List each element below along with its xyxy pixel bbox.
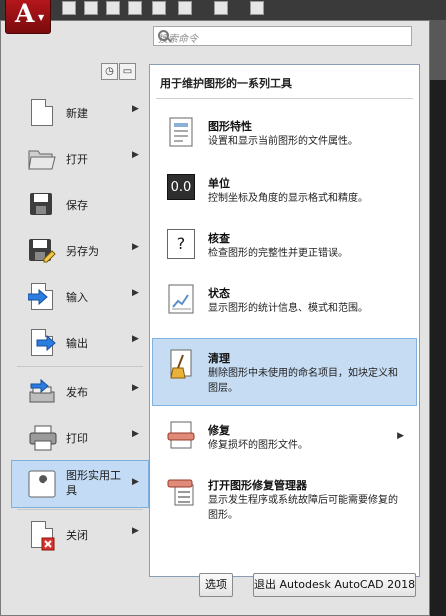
submenu-arrow-icon: ▶ — [132, 334, 139, 344]
options-button[interactable]: 选项 — [199, 573, 233, 597]
panel-item-purge[interactable]: 清理 删除图形中未使用的命名项目，如块定义和图层。 — [152, 338, 417, 406]
menu-item-new[interactable]: 新建 ▶ — [11, 89, 149, 135]
menu-item-label: 打开 — [66, 153, 88, 166]
redo-icon[interactable] — [214, 1, 228, 15]
submenu-arrow-icon: ▶ — [132, 383, 139, 393]
panel-item-title: 打开图形修复管理器 — [208, 479, 307, 492]
publish-icon — [28, 378, 56, 406]
customize-dropdown-icon[interactable] — [250, 1, 264, 15]
search-icon[interactable] — [158, 30, 169, 41]
panel-title: 用于维护图形的一系列工具 — [160, 77, 292, 90]
menu-item-open[interactable]: 打开 ▶ — [11, 135, 149, 181]
menu-item-label: 图形实用工具 — [66, 469, 121, 497]
drawing-area — [430, 20, 446, 616]
panel-item-description: 显示发生程序或系统故障后可能需要修复的图形。 — [208, 495, 398, 521]
application-menu: 搜索命令 ◷ ▭ 新建 ▶ 打开 ▶ 保存 另存为 ▶ 输入 ▶ 输出 ▶ 发布… — [0, 20, 430, 616]
application-menu-button[interactable]: A ▼ — [5, 0, 51, 34]
menu-item-save[interactable]: 保存 — [11, 181, 149, 227]
menu-item-export[interactable]: 输出 ▶ — [11, 319, 149, 365]
panel-item-description: 控制坐标及角度的显示格式和精度。 — [208, 193, 368, 204]
menu-item-label: 输入 — [66, 291, 88, 304]
panel-item-title: 修复 — [208, 424, 230, 437]
panel-divider — [156, 98, 413, 99]
close-doc-icon — [28, 521, 56, 551]
panel-item-title: 状态 — [208, 287, 230, 300]
saveas-icon[interactable] — [128, 1, 142, 15]
panel-item-description: 设置和显示当前图形的文件属性。 — [208, 136, 358, 147]
panel-item-title: 核查 — [208, 232, 230, 245]
chevron-down-icon: ▼ — [38, 13, 45, 22]
menu-item-label: 新建 — [66, 107, 88, 120]
open-folder-icon — [28, 145, 56, 173]
panel-item-description: 修复损坏的图形文件。 — [208, 440, 308, 451]
units-icon-text: 0.0 — [170, 180, 192, 195]
menu-item-label: 发布 — [66, 386, 88, 399]
menu-item-print[interactable]: 打印 ▶ — [11, 414, 149, 460]
menu-item-drawing-utilities[interactable]: 图形实用工具 ▶ — [11, 460, 149, 508]
undo-icon[interactable] — [178, 1, 192, 15]
open-documents-icon[interactable]: ▭ — [119, 63, 136, 80]
panel-item-description: 显示图形的统计信息、模式和范围。 — [208, 303, 368, 314]
new-doc-icon — [28, 99, 56, 127]
print-icon — [28, 424, 57, 452]
submenu-arrow-icon: ▶ — [132, 429, 139, 439]
saveas-disk-icon — [28, 237, 56, 265]
menu-separator — [17, 366, 143, 367]
import-icon — [28, 283, 56, 311]
drawing-utilities-icon — [28, 470, 56, 498]
units-icon: 0.0 — [167, 174, 195, 200]
audit-icon-text: ? — [176, 234, 186, 253]
submenu-arrow-icon: ▶ — [132, 150, 139, 160]
submenu-arrow-icon: ▶ — [132, 526, 139, 536]
submenu-arrow-icon: ▶ — [397, 431, 404, 441]
save-disk-icon — [28, 191, 56, 219]
panel-item-drawing-properties[interactable]: 图形特性 设置和显示当前图形的文件属性。 — [152, 106, 417, 170]
search-input[interactable]: 搜索命令 — [153, 26, 412, 46]
submenu-arrow-icon: ▶ — [132, 288, 139, 298]
recent-documents-icon[interactable]: ◷ — [101, 63, 118, 80]
print-icon[interactable] — [152, 1, 166, 15]
panel-item-title: 清理 — [208, 352, 230, 365]
menu-item-publish[interactable]: 发布 ▶ — [11, 368, 149, 414]
submenu-panel: 用于维护图形的一系列工具 图形特性 设置和显示当前图形的文件属性。 0.0 单位… — [149, 64, 420, 577]
open-icon[interactable] — [84, 1, 98, 15]
submenu-arrow-icon: ▶ — [132, 242, 139, 252]
status-chart-icon — [167, 284, 195, 314]
panel-item-description: 检查图形的完整性并更正错误。 — [208, 248, 348, 259]
menu-item-label: 输出 — [66, 337, 88, 350]
panel-item-title: 图形特性 — [208, 120, 252, 133]
menu-item-close[interactable]: 关闭 ▶ — [11, 511, 149, 557]
menu-item-label: 关闭 — [66, 529, 88, 542]
menu-separator — [17, 509, 143, 510]
recover-icon — [167, 421, 195, 451]
quick-access-toolbar — [0, 0, 446, 20]
audit-icon: ? — [167, 229, 195, 259]
submenu-arrow-icon: ▶ — [132, 477, 139, 487]
recovery-manager-icon — [167, 476, 195, 506]
ribbon-edge — [430, 20, 446, 80]
view-toggle: ◷ ▭ — [101, 63, 137, 81]
menu-item-label: 另存为 — [66, 245, 99, 258]
submenu-arrow-icon: ▶ — [132, 104, 139, 114]
menu-item-saveas[interactable]: 另存为 ▶ — [11, 227, 149, 273]
autocad-logo-icon: A — [15, 0, 35, 28]
panel-item-description: 删除图形中未使用的命名项目，如块定义和图层。 — [208, 368, 398, 394]
new-icon[interactable] — [62, 1, 76, 15]
menu-item-label: 打印 — [66, 432, 88, 445]
panel-item-recovery-manager[interactable]: 打开图形修复管理器 显示发生程序或系统故障后可能需要修复的图形。 — [152, 465, 417, 535]
menu-item-label: 保存 — [66, 199, 88, 212]
left-menu-list: 新建 ▶ 打开 ▶ 保存 另存为 ▶ 输入 ▶ 输出 ▶ 发布 ▶ 打印 ▶ 图… — [11, 89, 149, 557]
save-icon[interactable] — [106, 1, 120, 15]
export-icon — [28, 329, 56, 357]
panel-item-title: 单位 — [208, 177, 230, 190]
drawing-properties-icon — [167, 117, 195, 147]
exit-autocad-button[interactable]: 退出 Autodesk AutoCAD 2018 — [253, 573, 416, 597]
panel-item-status[interactable]: 状态 显示图形的统计信息、模式和范围。 — [152, 273, 417, 337]
menu-item-import[interactable]: 输入 ▶ — [11, 273, 149, 319]
purge-broom-icon — [167, 349, 195, 379]
